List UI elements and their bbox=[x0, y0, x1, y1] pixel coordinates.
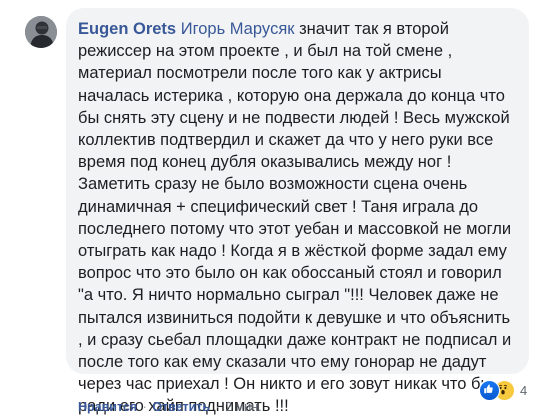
avatar[interactable] bbox=[25, 16, 57, 48]
avatar-photo-icon bbox=[25, 16, 57, 48]
like-icon bbox=[479, 379, 500, 401]
like-button[interactable]: Нравится bbox=[78, 400, 137, 414]
comment-text: значит так я второй режиссер на этом про… bbox=[78, 20, 512, 416]
comment-actions: Нравится · Ответить · 2 мин. bbox=[78, 400, 262, 414]
reactions-summary[interactable]: 4 bbox=[479, 379, 532, 401]
separator: · bbox=[142, 400, 147, 414]
separator: · bbox=[215, 400, 220, 414]
comment-bubble: Eugen Orets Игорь Маруcяк значит так я в… bbox=[66, 8, 529, 415]
comment-body: Eugen Orets Игорь Маруcяк значит так я в… bbox=[78, 18, 517, 418]
mention-link[interactable]: Игорь Маруcяк bbox=[181, 20, 295, 38]
reply-button[interactable]: Ответить bbox=[152, 400, 210, 414]
comment-thread: Eugen Orets Игорь Маруcяк значит так я в… bbox=[0, 0, 549, 420]
timestamp[interactable]: 2 мин. bbox=[225, 400, 261, 414]
reaction-count: 4 bbox=[520, 382, 528, 398]
comment-author-link[interactable]: Eugen Orets bbox=[78, 20, 176, 38]
